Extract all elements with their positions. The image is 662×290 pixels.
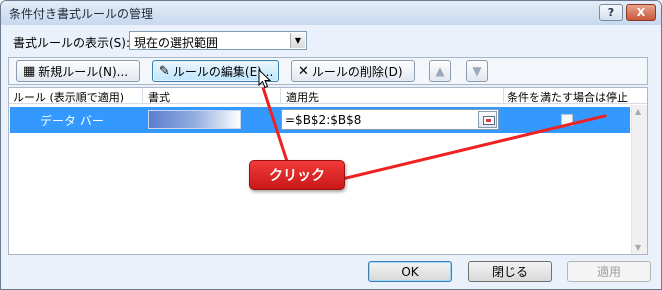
column-header-format: 書式 [148,91,170,104]
move-up-button[interactable]: ▲ [429,60,451,82]
column-header-rule: ルール (表示順で適用) [13,91,125,104]
show-rules-dropdown[interactable]: 現在の選択範囲 ▼ [129,31,307,50]
column-header-stop-if-true: 条件を満たす場合は停止 [507,91,628,104]
new-rule-icon: ▦ [23,63,36,79]
click-callout: クリック [249,160,345,190]
mouse-cursor-icon [258,69,272,89]
move-down-button[interactable]: ▼ [466,60,488,82]
apply-button[interactable]: 適用 [567,261,651,282]
show-rules-label: 書式ルールの表示(S): [13,36,131,50]
delete-rule-button[interactable]: ✕ ルールの削除(D) [291,60,415,82]
help-button[interactable]: ? [599,4,623,21]
column-divider [280,88,281,103]
scroll-down-icon[interactable]: ▼ [635,243,641,252]
column-divider [503,88,504,103]
new-rule-label: 新規ルール(N)... [38,64,129,79]
close-window-button[interactable]: X [626,4,656,21]
close-button[interactable]: 閉じる [468,261,552,282]
applies-to-field[interactable]: =$B$2:$B$8 [281,109,499,130]
column-divider [142,88,143,103]
applies-to-value: =$B$2:$B$8 [285,113,362,127]
edit-rule-icon: ✎ [159,63,170,79]
arrow-up-icon: ▲ [435,64,445,78]
vertical-scrollbar[interactable]: ▲ ▼ [631,105,647,254]
ok-button[interactable]: OK [368,261,452,282]
scroll-up-icon[interactable]: ▲ [635,107,641,116]
range-select-icon[interactable] [478,111,497,128]
title-bar: 条件付き書式ルールの管理 ? X [1,1,661,25]
delete-x-icon: ✕ [298,63,309,79]
arrow-down-icon: ▼ [472,64,482,78]
data-bar-preview [148,110,241,129]
window-title: 条件付き書式ルールの管理 [9,7,154,21]
rule-name: データ バー [40,114,104,128]
show-rules-value: 現在の選択範囲 [134,36,219,50]
delete-rule-label: ルールの削除(D) [311,64,403,79]
new-rule-button[interactable]: ▦ 新規ルール(N)... [16,60,140,82]
chevron-down-icon[interactable]: ▼ [290,33,305,48]
column-header-applies-to: 適用先 [286,91,319,104]
grid-header: ルール (表示順で適用) 書式 適用先 条件を満たす場合は停止 [9,88,647,104]
manage-rules-dialog: 条件付き書式ルールの管理 ? X 書式ルールの表示(S): 現在の選択範囲 ▼ … [0,0,662,290]
rule-row[interactable]: データ バー =$B$2:$B$8 [10,107,630,133]
